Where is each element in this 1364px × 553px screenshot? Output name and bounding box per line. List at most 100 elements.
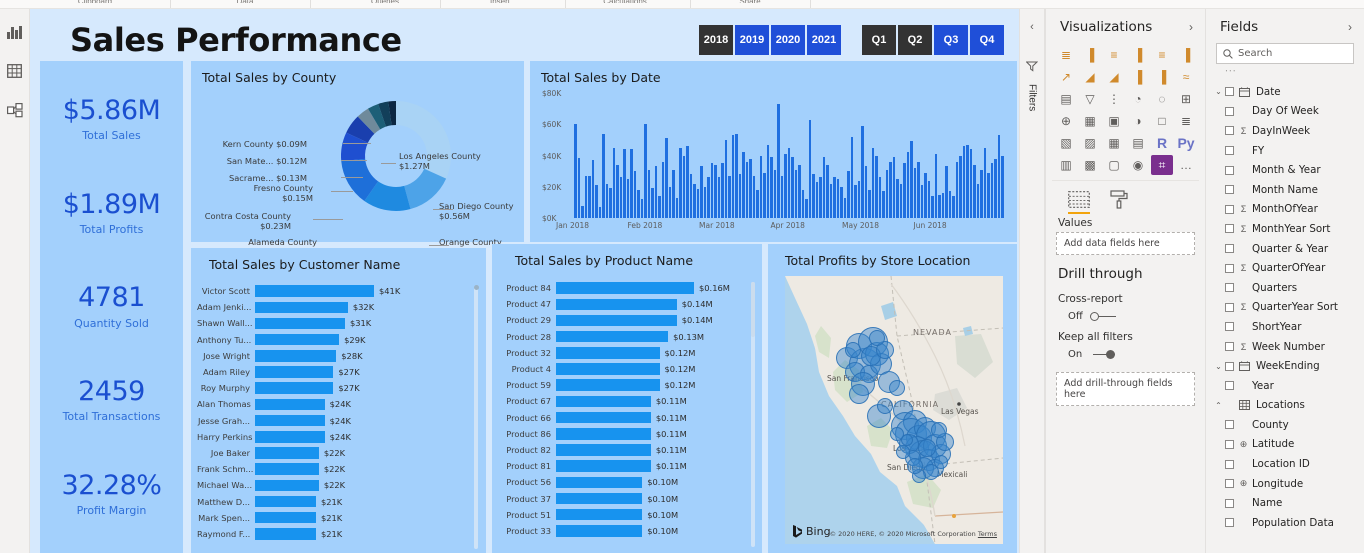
- date-bar[interactable]: [798, 165, 801, 218]
- field-checkbox[interactable]: [1225, 87, 1234, 96]
- date-bar[interactable]: [641, 199, 644, 218]
- date-bar[interactable]: [889, 162, 892, 218]
- field-checkbox[interactable]: [1225, 518, 1234, 527]
- bar[interactable]: [255, 334, 339, 346]
- date-bar[interactable]: [648, 170, 651, 218]
- date-bar[interactable]: [879, 177, 882, 218]
- smart-narrative-icon[interactable]: ◉: [1127, 155, 1149, 175]
- bar-row[interactable]: Anthony Tu...$29K: [197, 332, 486, 348]
- date-bar[interactable]: [651, 188, 654, 218]
- cross-report-toggle-row[interactable]: Off: [1046, 308, 1205, 325]
- donut-chart-icon[interactable]: ◌: [1151, 89, 1173, 109]
- bar[interactable]: [255, 366, 333, 378]
- bar-row[interactable]: Product 59$0.12M: [504, 377, 762, 393]
- field-item-shortyear[interactable]: ShortYear: [1206, 317, 1364, 337]
- date-bar[interactable]: [784, 154, 787, 218]
- date-bar[interactable]: [655, 166, 658, 218]
- bar-row[interactable]: Product 56$0.10M: [504, 474, 762, 490]
- bar[interactable]: [255, 350, 336, 362]
- date-bar[interactable]: [802, 190, 805, 218]
- field-item-population-data[interactable]: Population Data: [1206, 513, 1364, 533]
- area-chart-icon[interactable]: ◢: [1079, 67, 1101, 87]
- field-table-locations[interactable]: ⌃Locations: [1206, 396, 1364, 416]
- bar[interactable]: [556, 412, 651, 424]
- bar[interactable]: [255, 496, 316, 508]
- date-bar[interactable]: [858, 181, 861, 219]
- kpi-card[interactable]: $1.89MTotal Profits: [63, 191, 161, 236]
- year-button-2019[interactable]: 2019: [735, 25, 769, 55]
- format-paint-roller-icon[interactable]: [1106, 187, 1132, 211]
- bar[interactable]: [255, 382, 333, 394]
- bar-row[interactable]: Adam Riley$27K: [197, 364, 486, 380]
- map-bubble[interactable]: [889, 380, 905, 396]
- date-bar[interactable]: [977, 184, 980, 218]
- date-bar[interactable]: [725, 140, 728, 218]
- field-checkbox[interactable]: [1225, 126, 1234, 135]
- date-bar[interactable]: [756, 190, 759, 218]
- year-button-2018[interactable]: 2018: [699, 25, 733, 55]
- date-bar[interactable]: [949, 191, 952, 218]
- bar[interactable]: [255, 399, 325, 411]
- date-bar[interactable]: [672, 170, 675, 218]
- bar-row[interactable]: Alan Thomas$24K: [197, 396, 486, 412]
- bar[interactable]: [255, 415, 325, 427]
- cross-report-toggle[interactable]: [1090, 312, 1116, 322]
- more-options-icon[interactable]: …: [1175, 155, 1197, 175]
- field-item-day-of-week[interactable]: Day Of Week: [1206, 102, 1364, 122]
- customer-chart-scrollbar[interactable]: [474, 286, 478, 549]
- date-bar[interactable]: [679, 148, 682, 218]
- date-bar[interactable]: [882, 191, 885, 218]
- bar[interactable]: [556, 396, 651, 408]
- field-checkbox[interactable]: [1225, 381, 1234, 390]
- date-bar[interactable]: [616, 165, 619, 218]
- date-bar[interactable]: [644, 124, 647, 218]
- date-bar[interactable]: [774, 170, 777, 218]
- date-bar[interactable]: [875, 156, 878, 219]
- date-bar[interactable]: [963, 146, 966, 218]
- date-bar[interactable]: [809, 120, 812, 218]
- line-chart-icon[interactable]: ↗: [1055, 67, 1077, 87]
- r-script-visual-icon[interactable]: R: [1151, 133, 1173, 153]
- bar[interactable]: [556, 525, 642, 537]
- date-bar[interactable]: [812, 174, 815, 218]
- quarter-button-Q2[interactable]: Q2: [898, 25, 932, 55]
- bar-row[interactable]: Product 66$0.11M: [504, 410, 762, 426]
- field-checkbox[interactable]: [1225, 440, 1234, 449]
- bar[interactable]: [255, 431, 325, 443]
- quarter-button-Q1[interactable]: Q1: [862, 25, 896, 55]
- date-bar[interactable]: [942, 193, 945, 218]
- date-bar[interactable]: [917, 162, 920, 218]
- keep-all-filters-toggle[interactable]: [1089, 350, 1115, 360]
- bar-row[interactable]: Product 47$0.14M: [504, 296, 762, 312]
- bar[interactable]: [556, 347, 660, 359]
- date-bar[interactable]: [970, 149, 973, 218]
- bar-row[interactable]: Product 32$0.12M: [504, 345, 762, 361]
- report-view-icon[interactable]: [4, 21, 26, 43]
- field-item-monthofyear[interactable]: ΣMonthOfYear: [1206, 200, 1364, 220]
- field-checkbox[interactable]: [1225, 499, 1234, 508]
- pie-chart-icon[interactable]: ◔: [1127, 89, 1149, 109]
- field-checkbox[interactable]: [1225, 264, 1234, 273]
- key-influencers-icon[interactable]: ▥: [1055, 155, 1077, 175]
- fields-search-input[interactable]: Search: [1216, 43, 1354, 64]
- visualization-type-grid[interactable]: ≣▐≡▐≡▐↗◢◢▐▐≈▤▽⋮◔◌⊞⊕▦▣◑□≣▧▨▦▤RPy▥▩▢◉⌗…: [1046, 43, 1205, 175]
- field-item-month-year[interactable]: Month & Year: [1206, 160, 1364, 180]
- field-checkbox[interactable]: [1225, 303, 1234, 312]
- quarter-button-Q3[interactable]: Q3: [934, 25, 968, 55]
- date-bar[interactable]: [903, 163, 906, 218]
- bar-row[interactable]: Product 82$0.11M: [504, 442, 762, 458]
- date-bar[interactable]: [735, 134, 738, 218]
- filled-map-icon[interactable]: ▦: [1079, 111, 1101, 131]
- date-bar[interactable]: [585, 176, 588, 218]
- date-bar[interactable]: [966, 145, 969, 218]
- kpi-card[interactable]: 2459Total Transactions: [63, 378, 161, 423]
- bar-row[interactable]: Matthew D...$21K: [197, 493, 486, 509]
- map-bubble[interactable]: [890, 427, 904, 441]
- keep-all-filters-toggle-row[interactable]: On: [1046, 346, 1205, 363]
- clustered-bar-chart-icon[interactable]: ≡: [1103, 45, 1125, 65]
- field-checkbox[interactable]: [1225, 283, 1234, 292]
- date-bar[interactable]: [861, 126, 864, 218]
- date-bar[interactable]: [854, 185, 857, 218]
- filters-pane-collapsed[interactable]: ‹ Filters: [1019, 9, 1045, 553]
- date-bar[interactable]: [620, 177, 623, 218]
